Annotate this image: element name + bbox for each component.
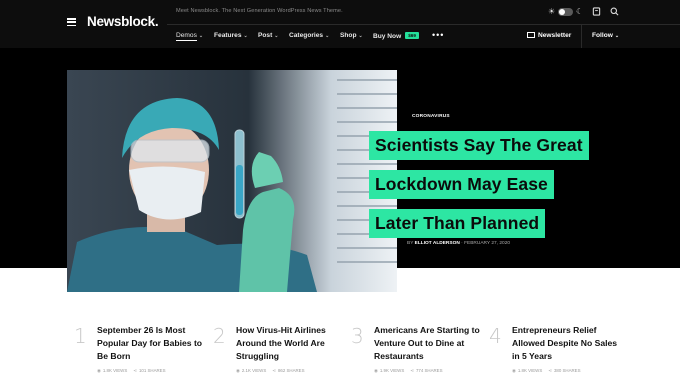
hero-headline[interactable]: Scientists Say The Great Lockdown May Ea… — [369, 131, 649, 248]
item-stats: ◉ 1.8K VIEWS ⋖ 380 SHARES — [512, 368, 581, 373]
nav-demos[interactable]: Demos ⌄ — [176, 32, 204, 41]
header-divider — [167, 24, 680, 25]
author-link[interactable]: ELLIOT ALDERSON — [415, 241, 460, 246]
item-number: 1 — [74, 324, 87, 348]
site-logo[interactable]: Newsblock. — [87, 14, 159, 29]
item-number: 4 — [489, 324, 502, 348]
nav-buy-now[interactable]: Buy Now $69 — [373, 32, 419, 40]
search-icon[interactable] — [610, 7, 619, 19]
sun-icon: ☀ — [548, 7, 556, 16]
mail-icon — [527, 32, 535, 38]
share-icon: ⋖ — [272, 368, 276, 373]
hero-image[interactable] — [67, 70, 397, 292]
hero-category[interactable]: CORONAVIRUS — [412, 114, 450, 119]
chevron-down-icon: ⌄ — [325, 33, 330, 39]
price-badge: $69 — [405, 32, 419, 39]
post-date: FEBRUARY 27, 2020 — [464, 241, 511, 246]
item-stats: ◉ 1.9K VIEWS ⋖ 774 SHARES — [374, 368, 443, 373]
chevron-down-icon: ⌄ — [198, 33, 204, 39]
headline-line[interactable]: Lockdown May Ease — [369, 170, 554, 199]
nav-categories[interactable]: Categories ⌄ — [289, 32, 329, 39]
eye-icon: ◉ — [97, 368, 101, 373]
menu-icon[interactable] — [67, 18, 76, 26]
newsletter-button[interactable]: Newsletter — [527, 32, 571, 39]
nav-features[interactable]: Features ⌄ — [214, 32, 248, 39]
item-title[interactable]: Americans Are Starting to Venture Out to… — [374, 324, 484, 362]
item-number: 3 — [351, 324, 364, 348]
item-title[interactable]: Entrepreneurs Relief Allowed Despite No … — [512, 324, 622, 362]
site-header: Newsblock. Meet Newsblock. The Next Gene… — [0, 0, 680, 48]
headline-line[interactable]: Scientists Say The Great — [369, 131, 589, 160]
chevron-down-icon: ⌄ — [358, 33, 363, 39]
nav-divider — [581, 25, 582, 48]
chevron-down-icon: ⌄ — [274, 33, 279, 39]
eye-icon: ◉ — [236, 368, 240, 373]
more-menu-icon[interactable]: ••• — [432, 30, 444, 40]
item-title[interactable]: How Virus-Hit Airlines Around the World … — [236, 324, 346, 362]
item-stats: ◉ 1.8K VIEWS ⋖ 101 SHARES — [97, 368, 166, 373]
follow-button[interactable]: Follow ⌄ — [592, 32, 619, 39]
chevron-down-icon: ⌄ — [243, 33, 248, 39]
site-tagline: Meet Newsblock. The Next Generation Word… — [176, 8, 343, 14]
share-icon: ⋖ — [133, 368, 137, 373]
headline-line[interactable]: Later Than Planned — [369, 209, 546, 238]
moon-icon: ☾ — [576, 7, 584, 16]
item-title[interactable]: September 26 Is Most Popular Day for Bab… — [97, 324, 207, 362]
eye-icon: ◉ — [374, 368, 378, 373]
theme-toggle[interactable] — [558, 8, 573, 16]
item-stats: ◉ 2.1K VIEWS ⋖ 862 SHARES — [236, 368, 305, 373]
bookmark-icon[interactable] — [592, 7, 601, 19]
nav-post[interactable]: Post ⌄ — [258, 32, 279, 39]
eye-icon: ◉ — [512, 368, 516, 373]
chevron-down-icon: ⌄ — [614, 33, 620, 39]
share-icon: ⋖ — [548, 368, 552, 373]
nav-shop[interactable]: Shop ⌄ — [340, 32, 363, 39]
share-icon: ⋖ — [410, 368, 414, 373]
hero-meta: BY ELLIOT ALDERSON · FEBRUARY 27, 2020 — [407, 241, 511, 246]
item-number: 2 — [213, 324, 226, 348]
